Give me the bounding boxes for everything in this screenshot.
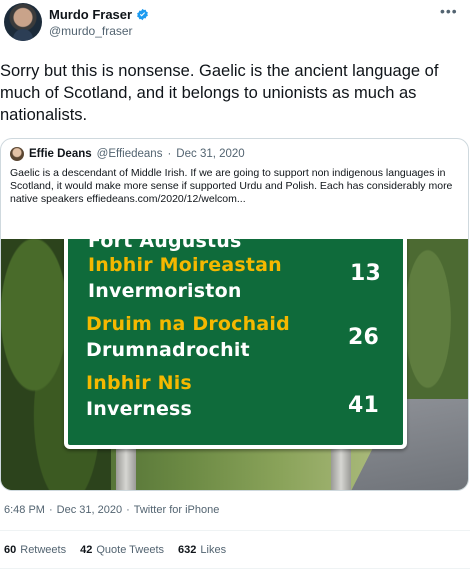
meta-separator-2: · [126,504,130,516]
quoted-tweet[interactable]: Effie Deans @Effiedeans · Dec 31, 2020 G… [0,138,469,491]
tweet: Murdo Fraser @murdo_fraser ••• Sorry but… [0,0,475,571]
verified-badge-icon [137,8,148,21]
quote-tweets-stat[interactable]: 42 Quote Tweets [80,544,164,556]
quoted-tweet-text: Gaelic is a descendant of Middle Irish. … [10,167,453,205]
quoted-tweet-header: Effie Deans @Effiedeans · Dec 31, 2020 [10,147,245,161]
quoted-date: Dec 31, 2020 [176,148,245,160]
author-avatar[interactable] [4,3,42,41]
likes-stat[interactable]: 632 Likes [178,544,226,556]
sign-english-3: Inverness [86,398,193,420]
quote-tweets-count: 42 [80,544,93,556]
sign-distance-1: 13 [350,261,382,286]
retweets-label: Retweets [20,544,67,556]
tweet-date[interactable]: Dec 31, 2020 [57,504,122,516]
sign-gaelic-2: Druim na Drochaid [86,313,290,335]
retweets-count: 60 [4,544,17,556]
tweet-source[interactable]: Twitter for iPhone [134,504,220,516]
sign-gaelic-3: Inbhir Nis [86,372,192,394]
sign-partial-top: Fort Augustus [88,239,242,252]
quoted-author-name: Effie Deans [29,148,92,160]
quote-tweets-label: Quote Tweets [96,544,165,556]
meta-separator-1: · [48,504,53,516]
tweet-meta: 6:48 PM · Dec 31, 2020 · Twitter for iPh… [4,504,219,516]
quoted-author-avatar [10,147,24,161]
quoted-tweet-photo[interactable]: Fort Augustus Inbhir Moireastan Invermor… [1,239,468,490]
likes-label: Likes [200,544,227,556]
sign-english-2: Drumnadrochit [86,339,250,361]
tweet-time[interactable]: 6:48 PM [4,504,45,516]
quoted-separator: · [167,148,172,160]
tweet-stats: 60 Retweets 42 Quote Tweets 632 Likes [4,544,226,556]
sign-gaelic-1: Inbhir Moireastan [88,254,282,276]
sign-english-1: Invermoriston [88,280,242,302]
more-options-icon[interactable]: ••• [440,4,460,18]
retweets-stat[interactable]: 60 Retweets [4,544,66,556]
likes-count: 632 [178,544,197,556]
author-display-name[interactable]: Murdo Fraser [49,7,132,22]
quoted-author-handle: @Effiedeans [96,148,163,160]
divider-bottom [0,568,470,569]
author-handle[interactable]: @murdo_fraser [49,24,133,38]
road-sign: Fort Augustus Inbhir Moireastan Invermor… [64,239,407,449]
sign-distance-3: 41 [348,393,380,418]
author-name-row: Murdo Fraser [49,7,149,22]
sign-distance-2: 26 [348,325,380,350]
tweet-text: Sorry but this is nonsense. Gaelic is th… [0,62,439,124]
divider-top [0,530,470,531]
